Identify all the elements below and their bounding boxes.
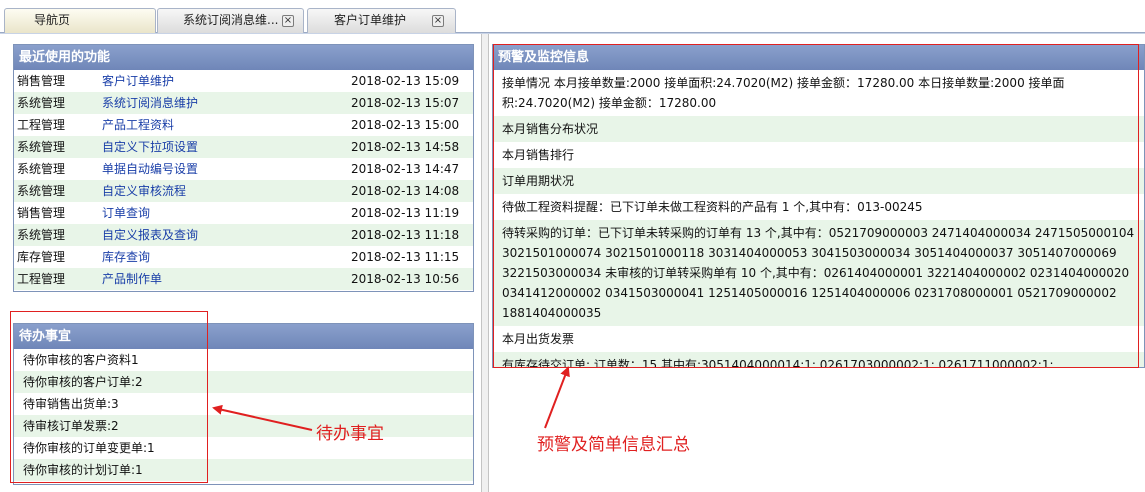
warning-arrow	[544, 366, 570, 429]
todo-annotation: 待办事宜	[316, 424, 384, 444]
todo-arrow	[212, 404, 313, 431]
annotation-arrows	[212, 366, 570, 431]
warning-annotation: 预警及简单信息汇总	[537, 435, 690, 455]
